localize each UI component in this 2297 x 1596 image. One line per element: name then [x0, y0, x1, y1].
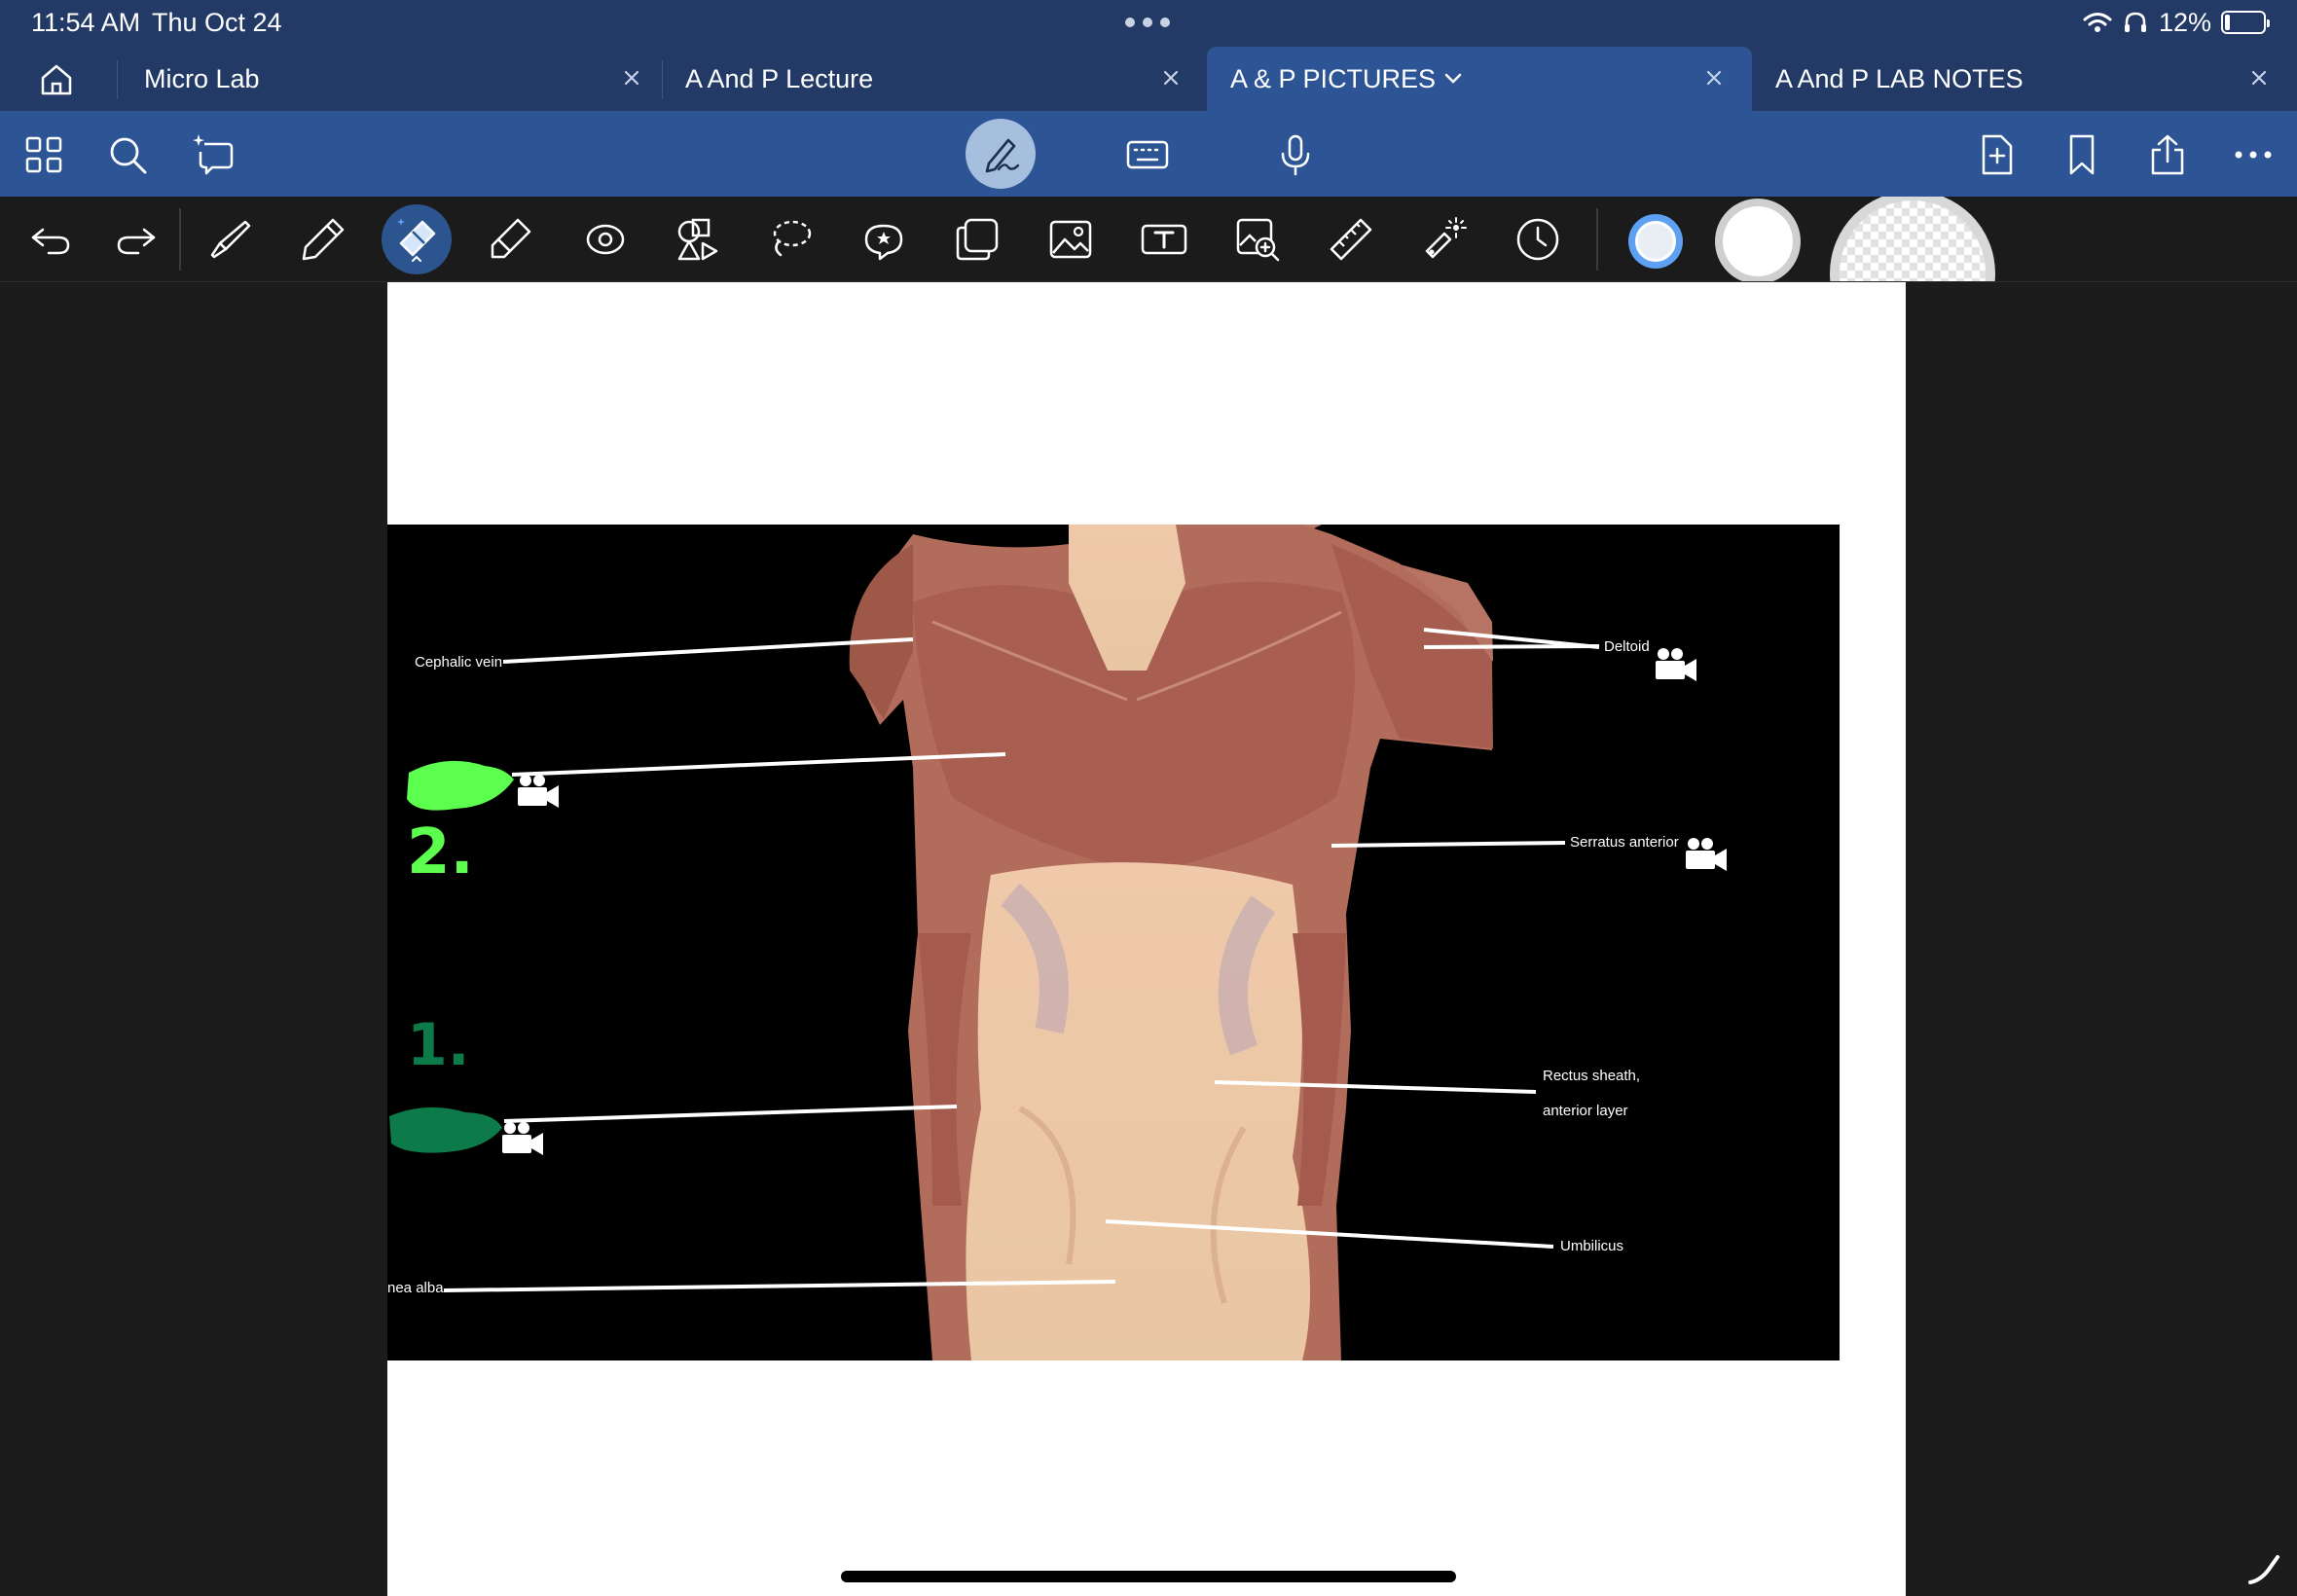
label-cephalic-vein: Cephalic vein — [415, 654, 503, 671]
keyboard-icon[interactable] — [1125, 132, 1170, 177]
video-camera-icon[interactable] — [516, 773, 561, 808]
add-page-icon[interactable] — [1974, 132, 2019, 177]
pencil-icon[interactable] — [300, 216, 346, 263]
tab-micro-lab[interactable]: Micro Lab — [121, 47, 662, 111]
shape-library-icon[interactable] — [674, 216, 720, 263]
swatch-inner — [1723, 206, 1793, 276]
label-rectus-sheath-line2: anterior layer — [1543, 1103, 1628, 1119]
tab-label: Micro Lab — [144, 64, 260, 93]
redo-icon[interactable] — [113, 216, 160, 263]
ruler-icon[interactable] — [1328, 216, 1374, 263]
bookmark-icon[interactable] — [2060, 132, 2104, 177]
handwritten-number-1: 1. — [407, 1011, 470, 1079]
tab-a-and-p-lab-notes[interactable]: A And P LAB NOTES — [1752, 47, 2297, 111]
headphones-icon — [2124, 12, 2146, 32]
undo-icon[interactable] — [27, 216, 74, 263]
sparkle-lasso-icon[interactable] — [191, 132, 236, 177]
pen-mode-icon — [985, 138, 1020, 173]
multitasking-dots-icon[interactable] — [1125, 16, 1170, 29]
pencil-hover-icon — [2248, 1555, 2279, 1584]
video-camera-icon[interactable] — [1654, 646, 1698, 681]
drawing-tools-bar — [0, 197, 2297, 282]
video-camera-icon[interactable] — [1684, 836, 1729, 871]
fountain-pen-icon[interactable] — [206, 216, 253, 263]
close-icon[interactable] — [615, 61, 648, 94]
label-deltoid: Deltoid — [1604, 638, 1650, 655]
timer-icon[interactable] — [1514, 216, 1561, 263]
tab-separator — [117, 60, 118, 99]
pen-mode-button[interactable] — [966, 119, 1036, 189]
goodnotes-app: 11:54 AM Thu Oct 24 12% Micro Lab A And … — [0, 0, 2297, 1596]
label-rectus-sheath-line1: Rectus sheath, — [1543, 1068, 1641, 1084]
label-serratus-anterior: Serratus anterior — [1570, 834, 1679, 851]
sticky-note-icon[interactable] — [954, 216, 1001, 263]
close-icon[interactable] — [1154, 61, 1187, 94]
color-swatch-transparent[interactable] — [1830, 197, 1995, 281]
close-icon[interactable] — [1697, 61, 1731, 94]
battery-percent: 12% — [2158, 7, 2211, 37]
close-icon[interactable] — [2242, 61, 2276, 94]
battery-level — [2225, 15, 2230, 30]
home-indicator[interactable] — [841, 1571, 1456, 1582]
status-time: 11:54 AM — [31, 8, 141, 37]
search-icon[interactable] — [105, 132, 150, 177]
microphone-icon[interactable] — [1273, 132, 1318, 177]
status-date: Thu Oct 24 — [152, 8, 282, 37]
tab-a-and-p-lecture[interactable]: A And P Lecture — [662, 47, 1207, 111]
chevron-down-icon[interactable] — [1440, 66, 1466, 91]
color-swatch-blue[interactable] — [1628, 214, 1683, 269]
tab-label: A & P PICTURES — [1230, 64, 1437, 93]
sticker-icon[interactable] — [860, 216, 907, 263]
text-icon[interactable] — [1141, 216, 1187, 263]
lasso-icon[interactable] — [767, 216, 814, 263]
image-search-icon[interactable] — [1234, 216, 1281, 263]
tab-bar: Micro Lab A And P Lecture A & P PICTURES… — [0, 47, 2297, 111]
document-toolbar — [0, 111, 2297, 197]
image-icon[interactable] — [1047, 216, 1094, 263]
grid-icon[interactable] — [21, 132, 66, 177]
tab-a-and-p-pictures[interactable]: A & P PICTURES — [1207, 47, 1752, 111]
home-icon[interactable] — [37, 60, 76, 99]
share-icon[interactable] — [2145, 132, 2190, 177]
handwritten-number-2: 2. — [407, 816, 474, 889]
tool-divider — [179, 208, 181, 271]
tab-label: A And P Lecture — [685, 64, 874, 93]
more-icon[interactable] — [2231, 132, 2276, 177]
wifi-icon — [2083, 13, 2112, 32]
eraser-icon[interactable] — [393, 216, 440, 263]
tab-label: A And P LAB NOTES — [1775, 64, 2024, 93]
shapes-icon[interactable] — [580, 216, 627, 263]
label-linea-alba: nea alba — [387, 1280, 444, 1296]
swatch-inner — [1840, 200, 1986, 281]
status-indicators: 12% — [2083, 7, 2270, 37]
anatomy-image[interactable]: Cephalic vein Deltoid Serratus anterior … — [387, 525, 1840, 1360]
laser-pointer-icon[interactable] — [1421, 216, 1468, 263]
color-swatch-white[interactable] — [1715, 199, 1801, 281]
label-umbilicus: Umbilicus — [1560, 1238, 1624, 1254]
swatch-inner — [1635, 221, 1676, 262]
battery-icon — [2221, 11, 2270, 34]
video-camera-icon[interactable] — [500, 1120, 545, 1155]
tool-divider — [1596, 208, 1598, 271]
status-bar: 11:54 AM Thu Oct 24 12% — [0, 0, 2297, 47]
highlighter-icon[interactable] — [487, 216, 533, 263]
